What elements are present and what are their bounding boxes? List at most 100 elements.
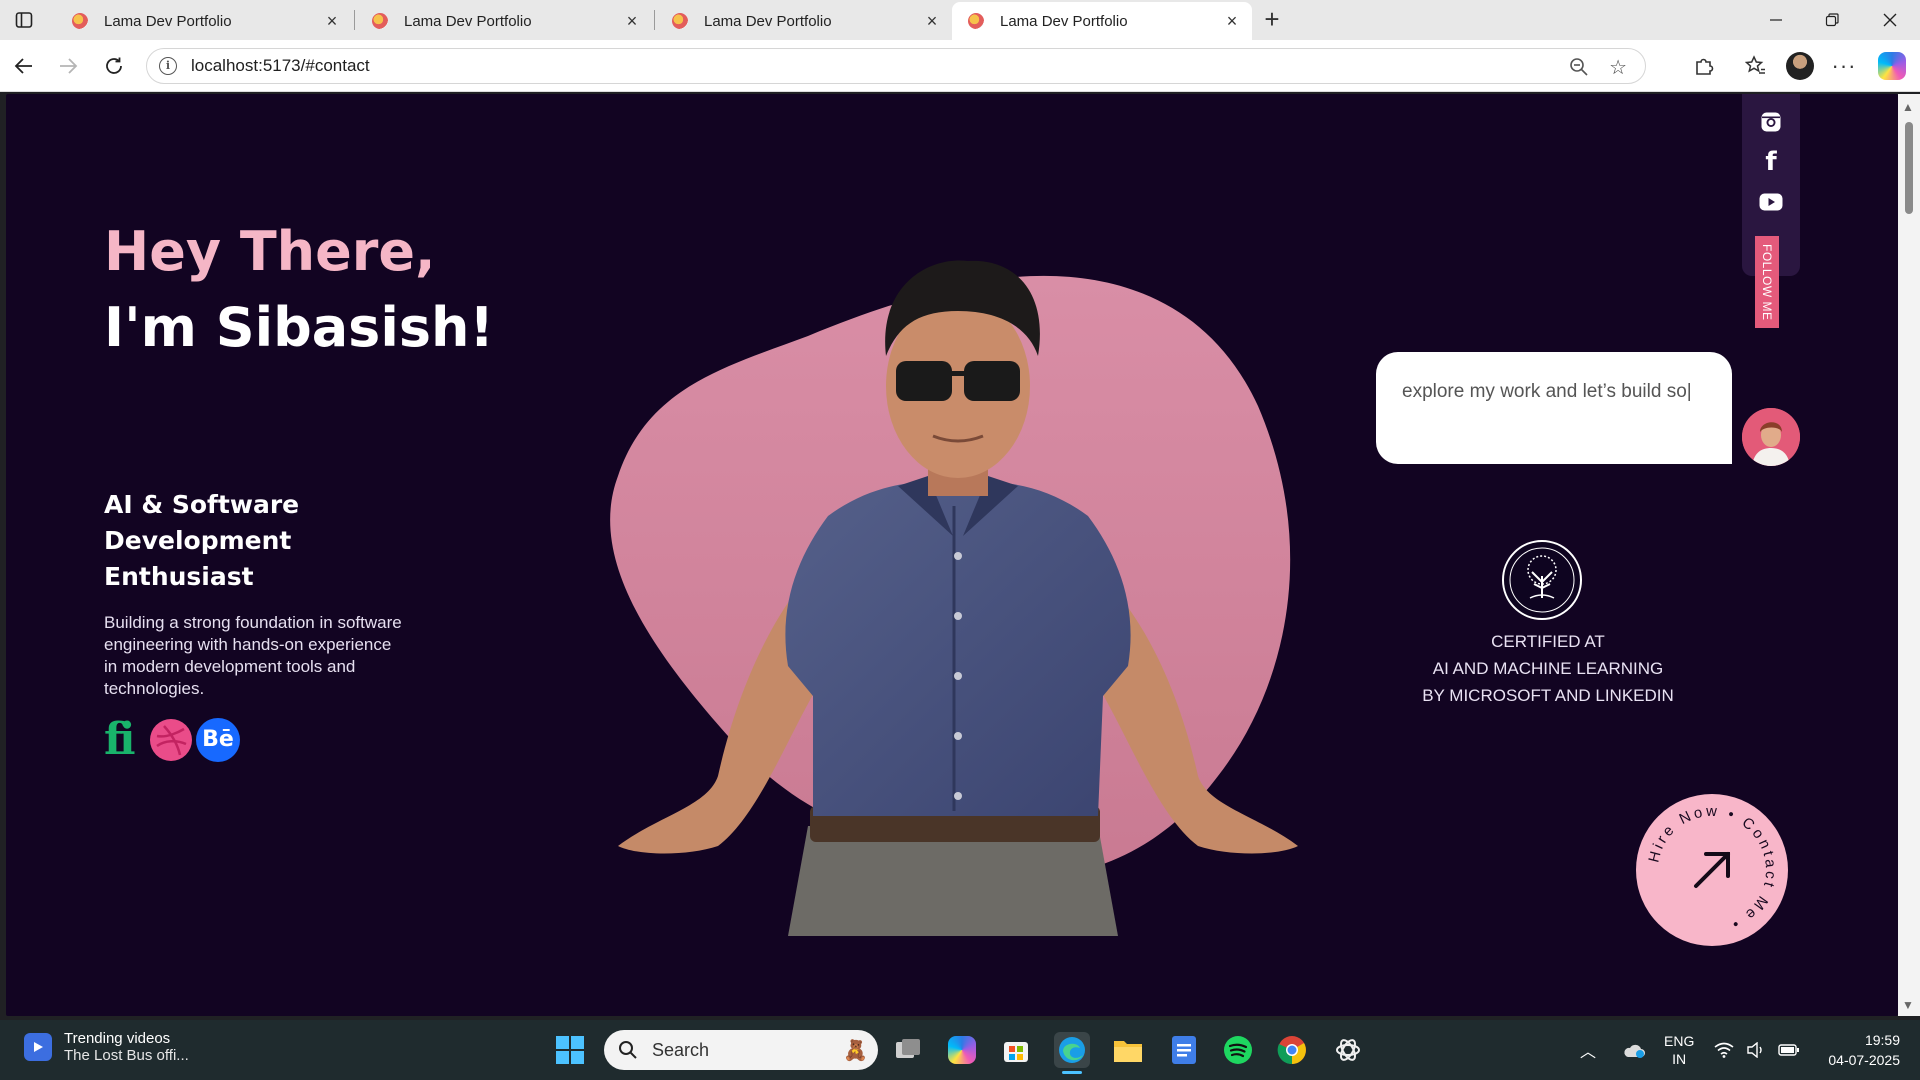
- hero-portrait: [610, 260, 1298, 936]
- more-menu-button[interactable]: ···: [1828, 50, 1860, 82]
- follow-me-label[interactable]: FOLLOW ME: [1755, 236, 1779, 328]
- scroll-up-icon[interactable]: ▲: [1902, 100, 1914, 114]
- play-video-icon: [24, 1033, 52, 1061]
- battery-icon: [1778, 1044, 1799, 1056]
- store-icon: [1004, 1042, 1028, 1062]
- hire-ring: Hire Now • Contact Me •: [1645, 803, 1776, 934]
- portfolio-page: Hey There, I'm Sibasish! AI & Software D…: [6, 94, 1898, 1016]
- copilot-app-icon: [948, 1036, 976, 1064]
- browser-tab[interactable]: Lama Dev Portfolio ×: [356, 2, 652, 40]
- puzzle-icon: [1696, 58, 1714, 75]
- store-button[interactable]: [998, 1032, 1034, 1068]
- hire-now-button[interactable]: Hire Now • Contact Me •: [1636, 794, 1788, 946]
- browser-tab[interactable]: Lama Dev Portfolio ×: [656, 2, 952, 40]
- language-region: IN: [1672, 1051, 1687, 1067]
- chat-bubble: explore my work and let’s build so|: [1376, 352, 1732, 464]
- spotify-button[interactable]: [1220, 1032, 1256, 1068]
- dribbble-icon[interactable]: [150, 719, 192, 761]
- copilot-icon: [1878, 52, 1906, 80]
- url-text[interactable]: localhost:5173/#contact: [191, 56, 370, 76]
- tab-favicon-icon: [372, 13, 388, 29]
- file-explorer-button[interactable]: [1110, 1032, 1146, 1068]
- wifi-icon: [1714, 1042, 1734, 1058]
- reload-button[interactable]: [98, 50, 130, 82]
- copilot-taskbar-button[interactable]: [944, 1032, 980, 1068]
- facebook-icon[interactable]: f: [1757, 147, 1785, 177]
- back-arrow-icon: [14, 58, 32, 74]
- site-info-icon[interactable]: i: [159, 57, 177, 75]
- language-code: ENG: [1664, 1033, 1695, 1049]
- page-scrollbar[interactable]: ▲ ▼: [1898, 94, 1920, 1016]
- chrome-icon: [1277, 1036, 1306, 1065]
- task-view-icon: [896, 1039, 920, 1058]
- widgets-button[interactable]: Trending videos The Lost Bus offi...: [24, 1030, 189, 1064]
- tab-close-icon[interactable]: ×: [624, 12, 640, 30]
- certificate-logo: [1502, 540, 1582, 620]
- reload-icon: [106, 57, 122, 74]
- more-dots-icon: ···: [1831, 53, 1857, 78]
- taskbar-search[interactable]: Search 🧸: [604, 1030, 878, 1070]
- scrollbar-thumb[interactable]: [1905, 122, 1913, 214]
- portfolio-links: fi Bē: [104, 718, 240, 762]
- trousers: [788, 826, 1118, 936]
- tab-actions-button[interactable]: [8, 6, 40, 34]
- hero-heading: Hey There, I'm Sibasish!: [104, 214, 494, 366]
- arrow-up-right-icon: [1694, 852, 1730, 888]
- search-highlight-icon: 🧸: [843, 1039, 868, 1062]
- taskbar: Trending videos The Lost Bus offi... Sea…: [0, 1020, 1920, 1080]
- new-tab-button[interactable]: +: [1256, 6, 1288, 34]
- tab-title: Lama Dev Portfolio: [404, 12, 532, 30]
- cloud-icon: [1624, 1044, 1645, 1058]
- tab-close-icon[interactable]: ×: [1224, 12, 1240, 30]
- tab-divider: [354, 10, 355, 30]
- volume-icon: [1747, 1042, 1762, 1058]
- widget-subtitle: The Lost Bus offi...: [64, 1047, 189, 1064]
- certificate-line-3: BY MICROSOFT AND LINKEDIN: [1422, 686, 1674, 705]
- search-placeholder: Search: [652, 1039, 710, 1060]
- copilot-button[interactable]: [1876, 50, 1908, 82]
- youtube-icon[interactable]: [1757, 188, 1785, 216]
- chrome-button[interactable]: [1274, 1032, 1310, 1068]
- favorites-button[interactable]: [1740, 50, 1772, 82]
- instagram-icon[interactable]: [1757, 108, 1785, 136]
- chatgpt-button[interactable]: [1330, 1032, 1366, 1068]
- restore-button[interactable]: [1804, 0, 1860, 40]
- fiverr-icon[interactable]: fi: [104, 718, 146, 762]
- tab-close-icon[interactable]: ×: [924, 12, 940, 30]
- tab-close-icon[interactable]: ×: [324, 12, 340, 30]
- active-app-indicator: [1062, 1071, 1082, 1074]
- edge-button[interactable]: [1054, 1032, 1090, 1074]
- forward-arrow-icon: [60, 58, 78, 74]
- close-window-button[interactable]: [1862, 0, 1918, 40]
- onedrive-button[interactable]: [1622, 1020, 1646, 1080]
- sidebar-toggle-icon: [15, 12, 33, 28]
- back-button[interactable]: [8, 50, 40, 82]
- browser-tab[interactable]: Lama Dev Portfolio ×: [56, 2, 352, 40]
- extensions-button[interactable]: [1688, 50, 1720, 82]
- profile-button[interactable]: [1784, 50, 1816, 82]
- forward-button[interactable]: [52, 50, 84, 82]
- browser-toolbar: i localhost:5173/#contact ☆ ···: [0, 40, 1920, 92]
- system-clock[interactable]: 19:59 04-07-2025: [1828, 1030, 1900, 1070]
- profile-avatar: [1786, 52, 1814, 80]
- scroll-down-icon[interactable]: ▼: [1902, 998, 1914, 1012]
- behance-icon[interactable]: Bē: [196, 718, 240, 762]
- close-icon: [1883, 13, 1897, 27]
- favorite-star-icon[interactable]: ☆: [1609, 55, 1627, 80]
- language-indicator[interactable]: ENG IN: [1664, 1020, 1694, 1080]
- show-hidden-icons-button[interactable]: ︿: [1580, 1020, 1596, 1080]
- minimize-button[interactable]: [1748, 0, 1804, 40]
- zoom-icon[interactable]: [1569, 57, 1589, 82]
- hero-role: AI & Software Development Enthusiast: [104, 490, 300, 591]
- browser-tab-active[interactable]: Lama Dev Portfolio ×: [952, 2, 1252, 40]
- docs-button[interactable]: [1166, 1032, 1202, 1068]
- start-button[interactable]: [552, 1032, 588, 1068]
- search-icon: [619, 1041, 637, 1059]
- tab-title: Lama Dev Portfolio: [1000, 12, 1128, 30]
- chevron-up-icon: ︿: [1580, 1044, 1597, 1061]
- task-view-button[interactable]: [890, 1032, 926, 1068]
- tab-favicon-icon: [672, 13, 688, 29]
- quick-settings-button[interactable]: [1714, 1020, 1800, 1080]
- minimize-icon: [1770, 19, 1782, 21]
- address-bar[interactable]: i localhost:5173/#contact ☆: [146, 48, 1646, 84]
